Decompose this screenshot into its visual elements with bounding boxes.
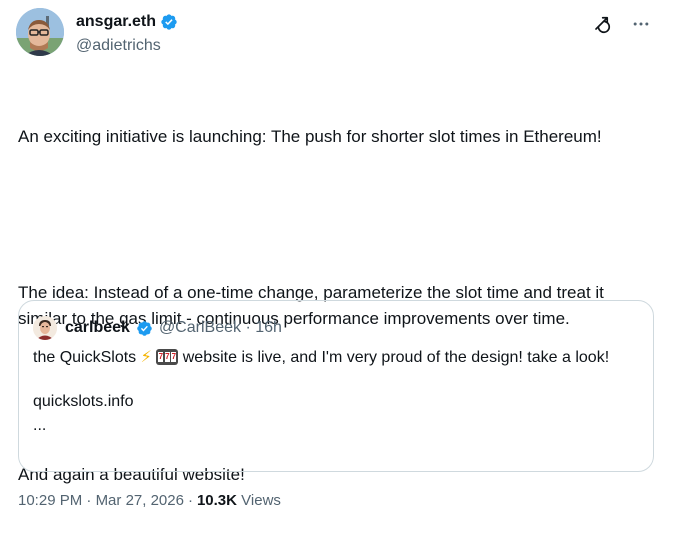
author-avatar-image (16, 8, 64, 56)
quoted-tweet-link[interactable]: quickslots.info (33, 391, 633, 413)
quoted-tweet[interactable]: carlbeek @CarlBeek · 16h the QuickSlots … (18, 300, 654, 472)
tweet-meta: 10:29 PM · Mar 27, 2026 · 10.3K Views (18, 492, 281, 509)
author-avatar[interactable] (16, 8, 64, 56)
more-icon[interactable] (629, 12, 653, 36)
author-info: ansgar.eth @adietrichs (76, 12, 178, 55)
quoted-tweet-ellipsis: ... (33, 417, 47, 434)
slot-machine-emoji-icon: 777 (156, 349, 179, 365)
author-handle[interactable]: @adietrichs (76, 37, 178, 55)
quoted-author-name[interactable]: carlbeek (65, 319, 130, 337)
grok-icon[interactable] (589, 12, 613, 36)
verified-badge-icon (160, 13, 178, 31)
tweet-paragraph: An exciting initiative is launching: The… (18, 127, 602, 146)
tweet-views[interactable]: 10.3K Views (197, 492, 281, 509)
author-display-name[interactable]: ansgar.eth (76, 13, 156, 31)
quoted-tweet-text: the QuickSlots ⚡ 777 website is live, an… (33, 347, 633, 437)
quoted-tweet-time: 16h (255, 319, 282, 336)
quoted-tweet-header: carlbeek @CarlBeek · 16h (33, 316, 282, 340)
tweet-timestamp[interactable]: 10:29 PM · Mar 27, 2026 (18, 492, 184, 509)
quoted-avatar-image (33, 316, 57, 340)
quoted-author-avatar[interactable] (33, 316, 57, 340)
tweet: ansgar.eth @adietrichs An exciting initi… (0, 0, 675, 522)
quoted-author-handle[interactable]: @CarlBeek · 16h (159, 319, 282, 337)
lightning-emoji-icon: ⚡ (140, 349, 152, 366)
verified-badge-icon (136, 320, 153, 337)
tweet-top-actions (589, 12, 653, 36)
